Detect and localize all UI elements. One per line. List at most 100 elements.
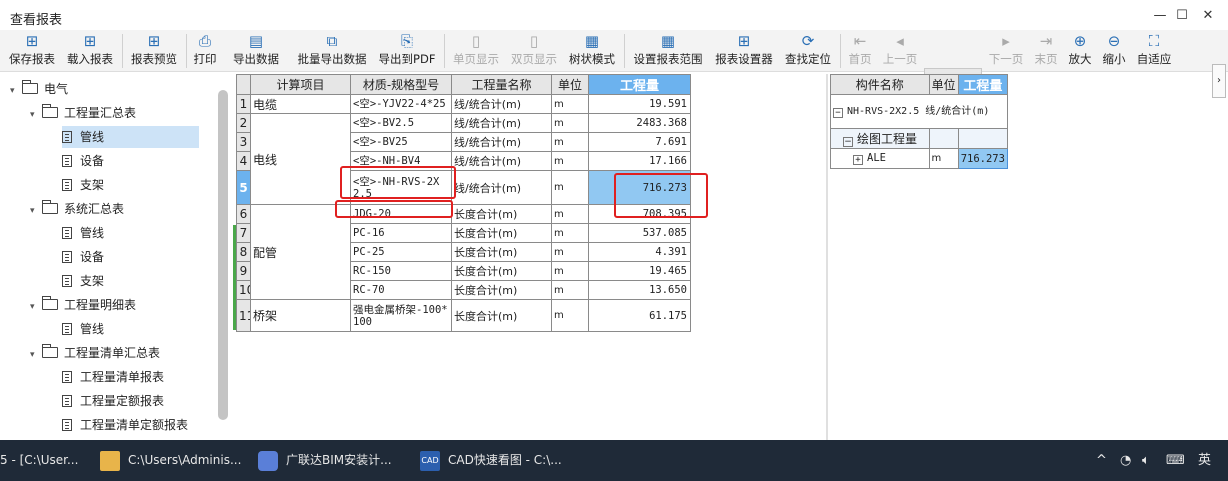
single-page-button[interactable]: ▯ 单页显示 <box>450 32 502 70</box>
column-header[interactable]: 材质-规格型号 <box>350 74 452 95</box>
collapse-arrow-icon[interactable]: ▾ <box>10 80 22 102</box>
quantity-name-cell[interactable]: 长度合计(m) <box>451 223 552 243</box>
category-cell[interactable]: 配管 <box>250 204 351 300</box>
tree-item-bracket[interactable]: 支架 <box>62 174 104 196</box>
collapse-arrow-icon[interactable]: ▾ <box>30 296 42 318</box>
toolbar-scroll-right-button[interactable]: › <box>1212 64 1226 98</box>
tree-mode-button[interactable]: ▦ 树状模式 <box>566 32 618 70</box>
tree-item-pipeline[interactable]: 管线 <box>62 126 199 148</box>
tree-item-bracket[interactable]: 支架 <box>62 270 104 292</box>
spec-cell[interactable]: <空>-BV25 <box>350 132 452 152</box>
report-preview-button[interactable]: ⊞ 报表预览 <box>128 32 180 70</box>
quantity-name-cell[interactable]: 长度合计(m) <box>451 261 552 281</box>
table-row[interactable]: 6 配管 JDG-20 长度合计(m) m 708.395 <box>236 204 691 300</box>
unit-cell[interactable]: m <box>551 280 589 300</box>
column-header[interactable]: 计算项目 <box>250 74 351 95</box>
quantity-cell[interactable]: 708.395 <box>588 204 691 224</box>
category-cell[interactable]: 电线 <box>250 113 351 205</box>
tree-item-bill-quota-report[interactable]: 工程量清单定额报表 <box>62 414 188 436</box>
minimize-button[interactable]: — <box>1150 6 1170 26</box>
unit-cell[interactable]: m <box>551 113 589 133</box>
tree-item-equipment[interactable]: 设备 <box>62 150 104 172</box>
quantity-cell[interactable]: 19.591 <box>588 94 691 114</box>
collapse-arrow-icon[interactable]: ▾ <box>30 200 42 222</box>
quantity-name-cell[interactable]: 长度合计(m) <box>451 299 552 332</box>
tree-group-bill[interactable]: ▾ 工程量清单汇总表 <box>30 342 160 364</box>
spec-cell[interactable]: RC-70 <box>350 280 452 300</box>
category-cell[interactable]: 桥架 <box>250 299 351 332</box>
tree-node-electric[interactable]: ▾ 电气 <box>10 78 68 100</box>
quantity-cell-selected[interactable]: 716.273 <box>588 170 691 205</box>
quantity-name-cell[interactable]: 线/统合计(m) <box>451 170 552 205</box>
tray-expand-icon[interactable]: ^ <box>1096 440 1107 481</box>
tree-group-system[interactable]: ▾ 系统汇总表 <box>30 198 124 220</box>
unit-cell[interactable]: m <box>551 94 589 114</box>
expand-icon[interactable]: + <box>853 155 863 165</box>
unit-cell[interactable]: m <box>551 223 589 243</box>
volume-icon[interactable]: 🔈︎ <box>1142 440 1150 481</box>
network-icon[interactable]: ◔ <box>1120 440 1131 481</box>
collapse-icon[interactable]: − <box>833 107 843 118</box>
report-setter-button[interactable]: ⊞ 报表设置器 <box>712 32 776 70</box>
next-page-button[interactable]: ▸ 下一页 <box>986 32 1026 70</box>
first-page-button[interactable]: ⇤ 首页 <box>846 32 874 70</box>
tree-group-summary[interactable]: ▾ 工程量汇总表 <box>30 102 136 124</box>
export-data-button[interactable]: ▤ 导出数据 <box>230 32 282 70</box>
unit-cell[interactable]: m <box>551 170 589 205</box>
quantity-name-cell[interactable]: 线/统合计(m) <box>451 151 552 171</box>
unit-cell[interactable]: m <box>551 151 589 171</box>
batch-export-button[interactable]: ⧉ 批量导出数据 <box>294 32 370 70</box>
quantity-name-cell[interactable]: 长度合计(m) <box>451 280 552 300</box>
tree-item-quota-report[interactable]: 工程量定额报表 <box>62 390 164 412</box>
quantity-cell[interactable]: 2483.368 <box>588 113 691 133</box>
quantity-name-cell[interactable]: 线/统合计(m) <box>451 94 552 114</box>
unit-cell[interactable]: m <box>551 261 589 281</box>
unit-cell[interactable]: m <box>551 132 589 152</box>
quantity-cell[interactable]: 19.465 <box>588 261 691 281</box>
taskbar-item-explorer[interactable]: C:\Users\Adminis... <box>100 440 245 481</box>
unit-cell[interactable]: m <box>551 204 589 224</box>
spec-cell[interactable]: <空>-NH-RVS-2X2.5 <box>350 170 452 205</box>
spec-cell[interactable]: RC-150 <box>350 261 452 281</box>
save-report-button[interactable]: ⊞ 保存报表 <box>6 32 58 70</box>
tree-scrollbar[interactable] <box>218 90 228 420</box>
table-row[interactable]: 11 桥架 强电金属桥架-100*100 长度合计(m) m 61.175 <box>236 299 691 332</box>
table-row[interactable]: 2 电线 <空>-BV2.5 线/统合计(m) m 2483.368 <box>236 113 691 205</box>
quantity-cell[interactable]: 4.391 <box>588 242 691 262</box>
column-header-quantity[interactable]: 工程量 <box>588 74 691 95</box>
quantity-cell-selected[interactable]: 716.273 <box>957 148 1009 169</box>
quantity-name-cell[interactable]: 长度合计(m) <box>451 242 552 262</box>
quantity-name-cell[interactable]: 线/统合计(m) <box>451 113 552 133</box>
zoom-out-button[interactable]: ⊖ 缩小 <box>1100 32 1128 70</box>
quantity-cell[interactable]: 13.650 <box>588 280 691 300</box>
quantity-cell[interactable]: 7.691 <box>588 132 691 152</box>
column-header[interactable]: 单位 <box>928 74 959 95</box>
keyboard-icon[interactable]: ⌨ <box>1166 440 1185 481</box>
load-report-button[interactable]: ⊞ 载入报表 <box>64 32 116 70</box>
category-cell[interactable]: 电缆 <box>250 94 351 114</box>
taskbar-item-glodon[interactable]: 广联达BIM安装计... <box>258 440 408 481</box>
spec-cell[interactable]: JDG-20 <box>350 204 452 224</box>
detail-parent-row[interactable]: − NH-RVS-2X2.5 线/统合计(m) <box>830 94 1008 129</box>
unit-cell[interactable]: m <box>551 242 589 262</box>
spec-cell[interactable]: PC-16 <box>350 223 452 243</box>
export-pdf-button[interactable]: ⎘ 导出到PDF <box>376 32 438 70</box>
quantity-name-cell[interactable]: 长度合计(m) <box>451 204 552 224</box>
double-page-button[interactable]: ▯ 双页显示 <box>508 32 560 70</box>
detail-sub-row[interactable]: − 绘图工程量 <box>830 128 1009 149</box>
taskbar-item-cad[interactable]: CAD CAD快速看图 - C:\... <box>420 440 570 481</box>
quantity-cell[interactable]: 537.085 <box>588 223 691 243</box>
quantity-cell[interactable]: 17.166 <box>588 151 691 171</box>
maximize-button[interactable]: ☐ <box>1172 6 1192 26</box>
collapse-arrow-icon[interactable]: ▾ <box>30 104 42 126</box>
column-header[interactable]: 构件名称 <box>830 74 930 95</box>
zoom-in-button[interactable]: ⊕ 放大 <box>1066 32 1094 70</box>
fit-button[interactable]: ⛶ 自适应 <box>1134 32 1174 70</box>
prev-page-button[interactable]: ◂ 上一页 <box>880 32 920 70</box>
tree-item-pipeline[interactable]: 管线 <box>62 222 104 244</box>
spec-cell[interactable]: 强电金属桥架-100*100 <box>350 299 452 332</box>
close-button[interactable]: ✕ <box>1198 6 1218 26</box>
column-header-quantity[interactable]: 工程量 <box>957 74 1009 95</box>
spec-cell[interactable]: PC-25 <box>350 242 452 262</box>
unit-cell[interactable]: m <box>551 299 589 332</box>
